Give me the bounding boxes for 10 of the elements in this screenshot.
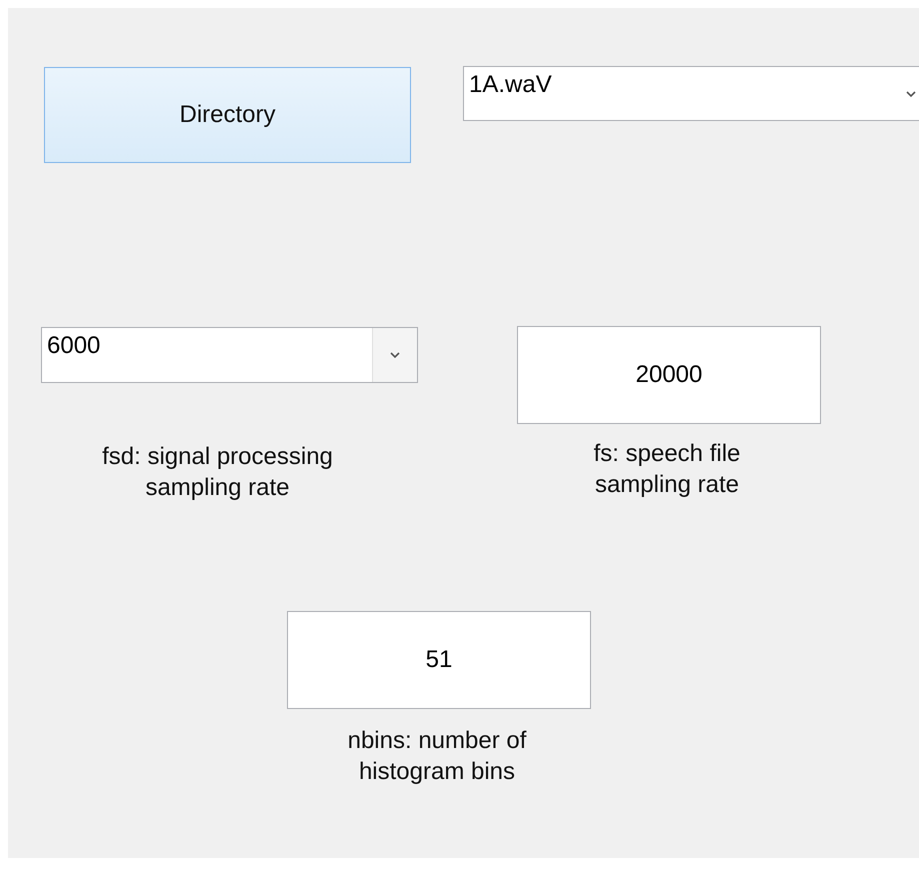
field-label: fs: speech file sampling rate [594, 439, 740, 500]
input-field[interactable]: 51 [287, 611, 591, 709]
field-label: fsd: signal processing sampling rate [102, 442, 333, 503]
field-label: nbins: number of histogram bins [348, 726, 526, 787]
input-field[interactable]: 20000 [517, 326, 821, 424]
chevron-down-icon [390, 352, 400, 358]
dropdown[interactable]: 6000 [41, 327, 418, 383]
file-dropdown[interactable]: 1A.waV [463, 66, 919, 121]
chevron-down-icon [906, 91, 916, 98]
directory-button[interactable]: Directory [44, 67, 411, 163]
